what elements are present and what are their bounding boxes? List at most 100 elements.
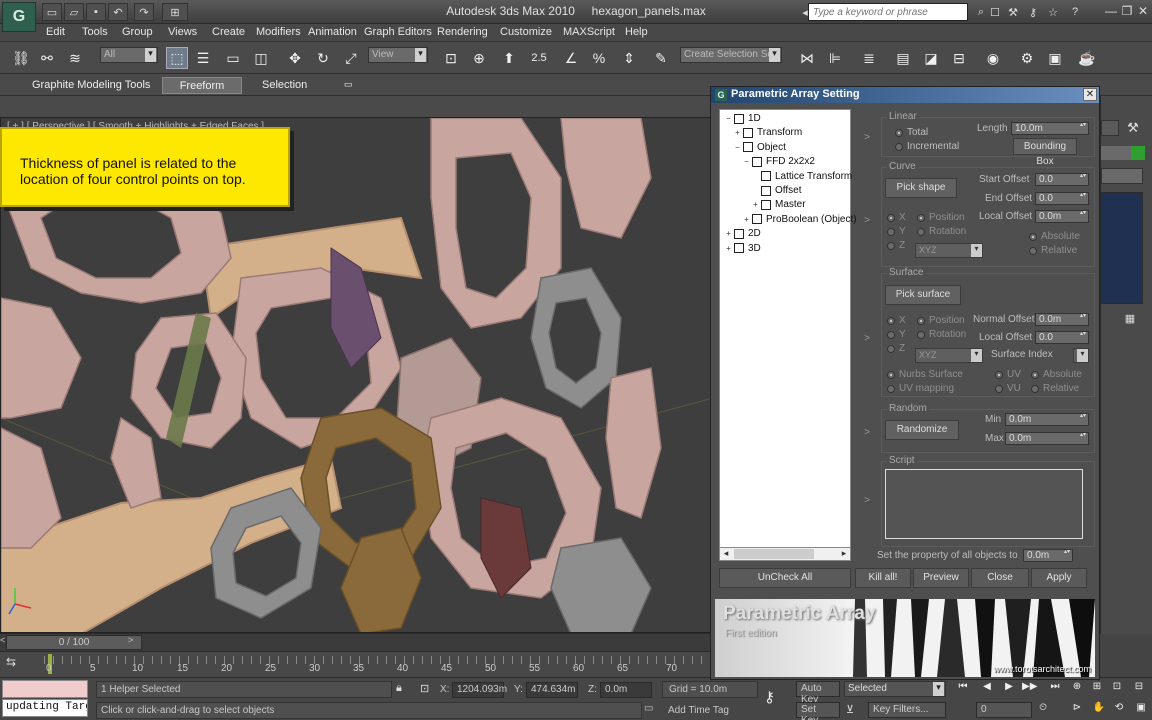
- tree-horizontal-scrollbar[interactable]: ◂ ▸: [719, 547, 851, 561]
- surface-arrow-icon[interactable]: >: [855, 333, 879, 344]
- expand-icon[interactable]: +: [724, 229, 733, 238]
- tree-checkbox[interactable]: [743, 142, 753, 153]
- preview-button[interactable]: Preview: [913, 568, 969, 588]
- modifier-tree[interactable]: −1D + Transform − Object − FFD 2x2x2 Lattice Tr…: [719, 109, 857, 561]
- surface-z-radio[interactable]: [887, 345, 895, 353]
- track-bar[interactable]: ⇆ 0 5 10 15 20 25 30 35 40 45 50 55 60 6…: [0, 651, 712, 677]
- curve-x-radio[interactable]: [887, 214, 895, 222]
- length-spinner[interactable]: 10.0m: [1011, 122, 1089, 135]
- manipulate-icon[interactable]: ⊕: [468, 47, 490, 69]
- scroll-right-icon[interactable]: ▸: [838, 548, 850, 560]
- rectangular-selection-icon[interactable]: ▭: [222, 47, 244, 69]
- menu-maxscript[interactable]: MAXScript: [563, 26, 615, 38]
- ribbon-options-icon[interactable]: ▭: [336, 77, 361, 94]
- subscription-icon[interactable]: ☐: [986, 3, 1004, 21]
- menu-rendering[interactable]: Rendering: [437, 26, 488, 38]
- select-and-scale-icon[interactable]: ⤢: [340, 47, 362, 69]
- object-color-swatch[interactable]: [1131, 146, 1145, 160]
- menu-animation[interactable]: Animation: [308, 26, 357, 38]
- x-coordinate-field[interactable]: 1204.093m: [452, 682, 507, 698]
- favorites-star-icon[interactable]: ☆: [1044, 3, 1062, 21]
- tree-checkbox[interactable]: [734, 113, 744, 124]
- selection-filter-dropdown[interactable]: All: [100, 47, 158, 63]
- bounding-box-button[interactable]: Bounding Box: [1013, 138, 1077, 167]
- communication-icon[interactable]: ⚒: [1004, 3, 1022, 21]
- expand-icon[interactable]: +: [751, 200, 760, 209]
- tree-item[interactable]: + ProBoolean (Object): [742, 213, 856, 226]
- pan-icon[interactable]: ✋: [1092, 702, 1106, 716]
- tree-item[interactable]: − 1D: [724, 112, 761, 125]
- menu-modifiers[interactable]: Modifiers: [256, 26, 301, 38]
- unlink-icon[interactable]: ⚯: [36, 47, 58, 69]
- expand-icon[interactable]: +: [733, 128, 742, 137]
- select-and-rotate-icon[interactable]: ↻: [312, 47, 334, 69]
- surface-axis-dropdown[interactable]: XYZ: [915, 348, 983, 363]
- surface-local-offset-spinner[interactable]: 0.0: [1035, 331, 1089, 344]
- next-frame-icon[interactable]: ▶▶: [1022, 681, 1037, 695]
- surface-index-dropdown[interactable]: [1073, 348, 1089, 363]
- expand-icon[interactable]: +: [742, 215, 751, 224]
- tree-checkbox[interactable]: [761, 185, 771, 196]
- current-frame-field[interactable]: 0: [976, 702, 1032, 718]
- maximize-toggle-icon[interactable]: ▣: [1134, 702, 1148, 716]
- tree-checkbox[interactable]: [761, 199, 771, 210]
- surface-position-radio[interactable]: [917, 317, 925, 325]
- pivot-center-icon[interactable]: ⊡: [440, 47, 462, 69]
- zoom-extents-icon[interactable]: ⊡: [1110, 681, 1124, 695]
- pick-surface-button[interactable]: Pick surface: [885, 285, 961, 305]
- vu-radio[interactable]: [995, 385, 1003, 393]
- collapse-icon[interactable]: −: [742, 157, 751, 166]
- select-and-move-icon[interactable]: ✥: [284, 47, 306, 69]
- rendered-frame-icon[interactable]: ▣: [1044, 47, 1066, 69]
- curve-z-radio[interactable]: [887, 242, 895, 250]
- curve-absolute-radio[interactable]: [1029, 233, 1037, 241]
- graphite-toggle-icon[interactable]: ▤: [892, 47, 914, 69]
- modifier-stack[interactable]: [1101, 192, 1143, 304]
- curve-arrow-icon[interactable]: >: [855, 215, 879, 226]
- time-slider-thumb[interactable]: 0 / 100: [6, 635, 142, 650]
- random-max-spinner[interactable]: 0.0m: [1005, 432, 1089, 445]
- tree-checkbox[interactable]: [752, 214, 762, 225]
- keyboard-shortcut-icon[interactable]: ⬆: [498, 47, 520, 69]
- linear-incremental-radio[interactable]: [895, 143, 903, 151]
- script-arrow-icon[interactable]: >: [855, 495, 879, 506]
- maximize-viewport-icon[interactable]: ⊟: [1132, 681, 1146, 695]
- menu-group[interactable]: Group: [122, 26, 153, 38]
- local-offset-spinner[interactable]: 0.0m: [1035, 210, 1089, 223]
- add-time-tag-text[interactable]: Add Time Tag: [668, 705, 729, 716]
- tab-graphite-modeling-tools[interactable]: Graphite Modeling Tools: [24, 77, 158, 94]
- uncheck-all-button[interactable]: UnCheck All: [719, 568, 851, 588]
- maxscript-listener-input[interactable]: updating Targ: [2, 699, 88, 717]
- tree-checkbox[interactable]: [734, 243, 744, 254]
- curve-y-radio[interactable]: [887, 228, 895, 236]
- tab-freeform[interactable]: Freeform: [162, 77, 242, 94]
- close-window-icon[interactable]: ✕: [1134, 3, 1152, 19]
- normal-offset-spinner[interactable]: 0.0m: [1035, 313, 1089, 326]
- spinner-snap-icon[interactable]: ⇕: [618, 47, 640, 69]
- set-property-spinner[interactable]: 0.0m: [1023, 549, 1073, 562]
- linear-total-radio[interactable]: [895, 129, 903, 137]
- uv-mapping-radio[interactable]: [887, 385, 895, 393]
- set-key-mode-icon[interactable]: ⚷: [764, 688, 788, 706]
- z-coordinate-field[interactable]: 0.0m: [600, 682, 652, 698]
- surface-relative-radio[interactable]: [1031, 385, 1039, 393]
- configure-modifier-icon[interactable]: ▦: [1121, 312, 1139, 328]
- auto-key-button[interactable]: Auto Key: [796, 681, 840, 705]
- tree-item[interactable]: + Master: [751, 198, 805, 211]
- layer-manager-icon[interactable]: ≣: [858, 47, 880, 69]
- curve-axis-dropdown[interactable]: XYZ: [915, 243, 983, 258]
- randomize-button[interactable]: Randomize: [885, 420, 959, 440]
- curve-relative-radio[interactable]: [1029, 247, 1037, 255]
- tab-selection[interactable]: Selection: [254, 77, 315, 94]
- curve-editor-icon[interactable]: ◪: [920, 47, 942, 69]
- named-selection-dropdown[interactable]: Create Selection Se: [680, 47, 782, 63]
- uv-radio[interactable]: [995, 371, 1003, 379]
- help-icon[interactable]: ?: [1066, 3, 1084, 21]
- tree-item[interactable]: + Transform: [733, 126, 802, 139]
- bind-space-warp-icon[interactable]: ≋: [64, 47, 86, 69]
- menu-graph-editors[interactable]: Graph Editors: [364, 26, 432, 38]
- mirror-icon[interactable]: ⋈: [796, 47, 818, 69]
- linear-arrow-icon[interactable]: >: [855, 132, 879, 143]
- play-icon[interactable]: ▶: [1002, 681, 1016, 695]
- tree-checkbox[interactable]: [761, 171, 771, 182]
